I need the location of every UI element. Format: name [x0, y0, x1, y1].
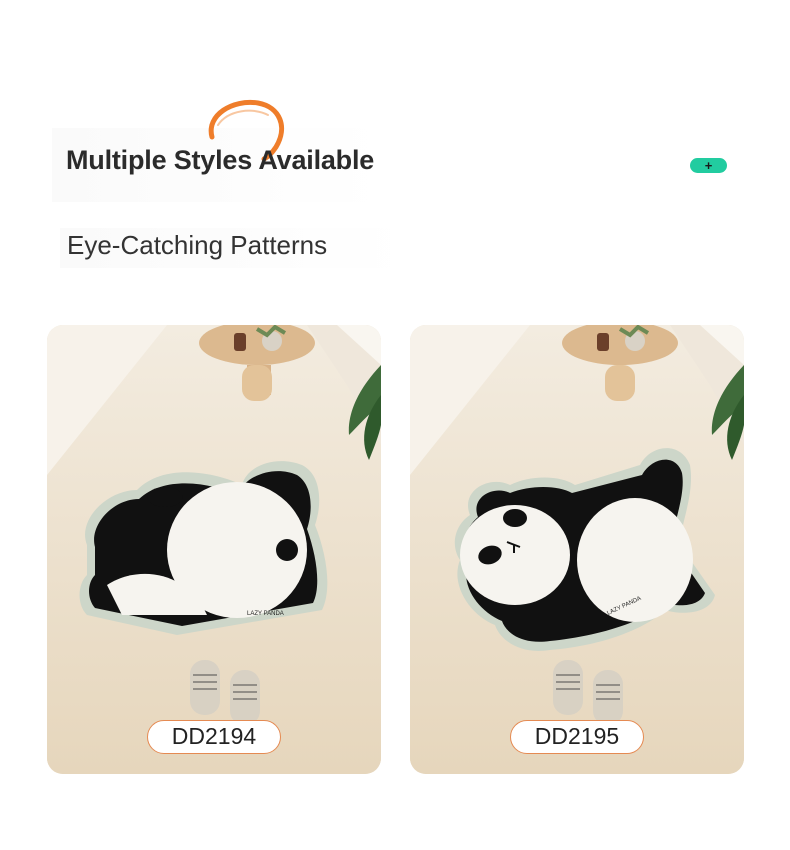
page-subtitle: Eye-Catching Patterns	[67, 230, 328, 260]
mat-print-text: LAZY PANDA	[247, 611, 284, 617]
product-card-dd2195[interactable]: LAZY PANDA	[410, 325, 744, 774]
page-title: Multiple Styles Available	[66, 145, 375, 175]
product-code-pill[interactable]: DD2194	[147, 720, 281, 754]
product-photo: LAZY PANDA	[410, 325, 744, 774]
product-code-pill[interactable]: DD2195	[510, 720, 644, 754]
add-badge[interactable]: +	[690, 158, 727, 173]
product-photo: LAZY PANDA	[47, 325, 381, 774]
product-card-dd2194[interactable]: LAZY PANDA	[47, 325, 381, 774]
